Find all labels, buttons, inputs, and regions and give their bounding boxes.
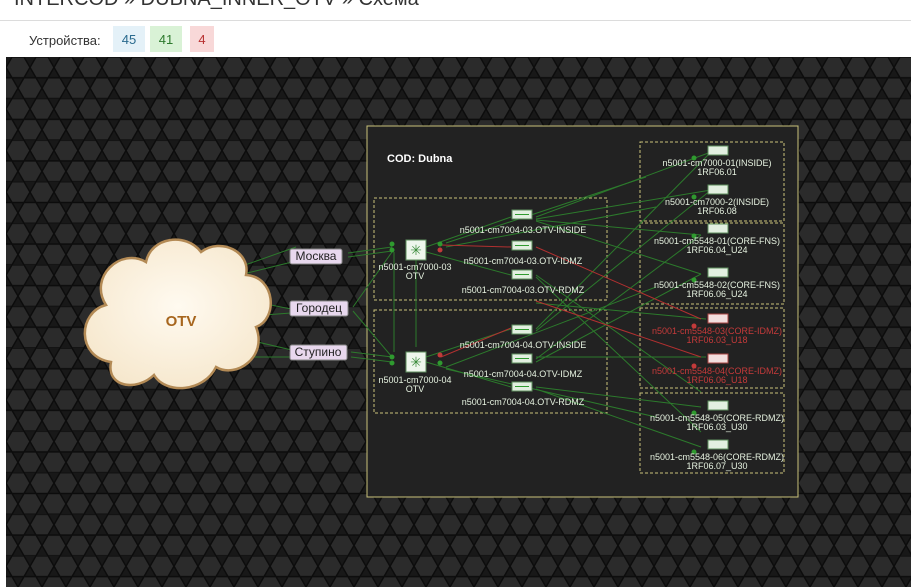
mid-device-label: n5001-cm7004-03.OTV-INSIDE — [460, 225, 587, 235]
ok-devices-badge[interactable]: 41 — [150, 26, 182, 52]
right-device-sublabel: 1RF06.03_U18 — [686, 335, 747, 345]
right-device-sublabel: 1RF06.03_U30 — [686, 422, 747, 432]
breadcrumb[interactable]: INTERCOD » DUBNA_INNER_OTV » Схема — [14, 0, 419, 11]
error-devices-badge[interactable]: 4 — [190, 26, 214, 52]
device-icon — [707, 145, 729, 156]
mid-device-label: n5001-cm7004-03.OTV-RDMZ — [462, 285, 585, 295]
device-icon — [707, 353, 729, 364]
city-gorodets[interactable]: Городец — [289, 300, 349, 317]
cod-title: COD: Dubna — [387, 153, 453, 165]
switch-icon: ✳ — [410, 355, 422, 371]
right-device-sublabel: 1RF06.07_U30 — [686, 461, 747, 471]
right-device-sublabel: 1RF06.01 — [697, 167, 737, 177]
mid-device-label: n5001-cm7004-04.OTV-RDMZ — [462, 397, 585, 407]
cod-container[interactable] — [366, 125, 799, 498]
switch-04-sublabel: OTV — [406, 384, 425, 394]
device-icon — [707, 439, 729, 450]
city-moskva[interactable]: Москва — [289, 248, 343, 265]
network-map-canvas[interactable]: COD: Dubna OTV Москва Городец Ступино ✳ … — [6, 57, 911, 587]
mid-device-label: n5001-cm7004-04.OTV-INSIDE — [460, 340, 587, 350]
network-map-svg[interactable]: COD: Dubna OTV Москва Городец Ступино ✳ … — [6, 57, 911, 587]
right-device-sublabel: 1RF06.08 — [697, 206, 737, 216]
switch-icon: ✳ — [410, 243, 422, 259]
device-icon — [707, 223, 729, 234]
otv-cloud-label: OTV — [166, 313, 197, 330]
right-device-sublabel: 1RF06.06_U18 — [686, 375, 747, 385]
device-icon — [707, 267, 729, 278]
city-stupino[interactable]: Ступино — [289, 344, 348, 361]
total-devices-badge[interactable]: 45 — [113, 26, 145, 52]
mid-device-label: n5001-cm7004-04.OTV-IDMZ — [464, 369, 583, 379]
device-icon — [707, 184, 729, 195]
switch-03-sublabel: OTV — [406, 271, 425, 281]
city-gorodets-label: Городец — [296, 301, 342, 315]
devices-status-bar: Устройства: 45 41 4 — [0, 21, 911, 57]
devices-label: Устройства: — [29, 33, 101, 48]
city-moskva-label: Москва — [296, 249, 337, 263]
mid-device-label: n5001-cm7004-03.OTV-IDMZ — [464, 256, 583, 266]
device-icon — [707, 400, 729, 411]
right-device-sublabel: 1RF06.04_U24 — [686, 245, 747, 255]
right-device-sublabel: 1RF06.06_U24 — [686, 289, 747, 299]
city-stupino-label: Ступино — [295, 345, 342, 359]
device-icon — [707, 313, 729, 324]
